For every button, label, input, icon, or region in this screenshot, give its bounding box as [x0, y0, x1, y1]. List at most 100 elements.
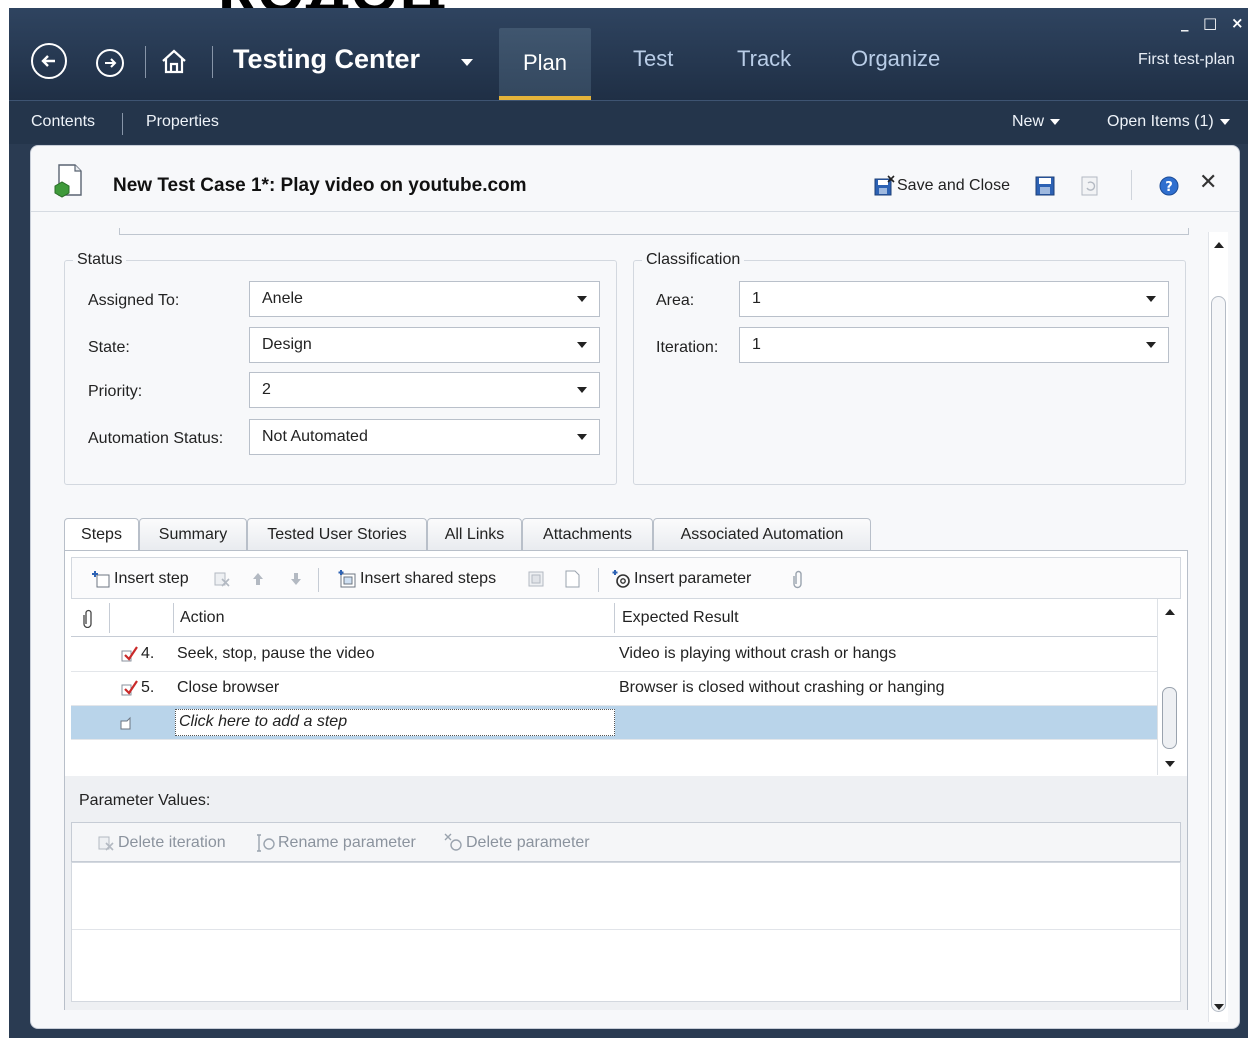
- save-icon[interactable]: [1034, 175, 1056, 197]
- testing-center-window: Testing Center Plan Test Track Organize …: [9, 8, 1248, 1038]
- form-vertical-scrollbar[interactable]: [1208, 232, 1228, 1022]
- rename-parameter-icon: [257, 834, 275, 852]
- scroll-down-icon[interactable]: [1165, 761, 1175, 767]
- app-menu-chevron-down-icon[interactable]: [461, 59, 473, 66]
- tab-track[interactable]: Track: [737, 46, 791, 72]
- classification-group-title: Classification: [642, 251, 745, 269]
- open-shared-steps-icon[interactable]: [562, 569, 582, 589]
- contents-link[interactable]: Contents: [31, 113, 95, 131]
- insert-shared-steps-label: Insert shared steps: [360, 570, 497, 587]
- scrollbar-thumb[interactable]: [1162, 687, 1177, 749]
- insert-step-button[interactable]: Insert step: [92, 569, 189, 589]
- forward-arrow-icon[interactable]: [96, 49, 124, 77]
- area-label: Area:: [656, 292, 695, 309]
- add-step-input[interactable]: Click here to add a step: [175, 709, 615, 736]
- new-step-row[interactable]: Click here to add a step: [71, 706, 1157, 740]
- steps-grid-header: Action Expected Result: [71, 599, 1157, 637]
- automation-status-dropdown[interactable]: Not Automated: [249, 419, 600, 455]
- priority-label: Priority:: [88, 383, 143, 400]
- cut-off-heading: КОДОЦ: [0, 0, 1248, 8]
- move-down-icon[interactable]: [286, 569, 306, 589]
- save-and-close-button[interactable]: Save and Close: [873, 175, 1010, 197]
- action-column-header[interactable]: Action: [180, 609, 224, 627]
- delete-iteration-button[interactable]: Delete iteration: [96, 833, 226, 853]
- automation-status-label: Automation Status:: [88, 430, 224, 447]
- scroll-up-icon[interactable]: [1214, 242, 1224, 248]
- close-icon[interactable]: ✕: [1199, 170, 1217, 195]
- subnav-divider: [122, 113, 123, 135]
- steps-grid-scrollbar[interactable]: [1157, 599, 1181, 775]
- move-up-icon[interactable]: [248, 569, 268, 589]
- maximize-icon[interactable]: □: [1203, 14, 1217, 32]
- step-action[interactable]: Seek, stop, pause the video: [177, 645, 374, 663]
- step-action[interactable]: Close browser: [177, 679, 279, 697]
- tab-associated-automation[interactable]: Associated Automation: [653, 518, 871, 551]
- scrollbar-thumb[interactable]: [1211, 296, 1226, 1012]
- tab-tested-user-stories[interactable]: Tested User Stories: [247, 518, 427, 551]
- refresh-icon[interactable]: [1079, 175, 1101, 197]
- state-dropdown[interactable]: Design: [249, 327, 600, 363]
- steps-toolbar: Insert step Insert shared steps Insert p…: [71, 557, 1181, 599]
- area-value: 1: [752, 290, 761, 307]
- insert-parameter-icon: [612, 570, 630, 588]
- column-divider: [109, 603, 110, 633]
- step-expected-result[interactable]: Video is playing without crash or hangs: [619, 645, 896, 663]
- step-number-text: 4.: [141, 645, 155, 662]
- iteration-dropdown[interactable]: 1: [739, 327, 1169, 363]
- home-icon[interactable]: [159, 46, 189, 76]
- new-menu[interactable]: New: [1012, 113, 1061, 131]
- chevron-down-icon: [577, 342, 587, 348]
- close-window-icon[interactable]: ×: [1231, 14, 1244, 32]
- status-group-title: Status: [73, 251, 127, 269]
- work-item-panel: New Test Case 1*: Play video on youtube.…: [30, 145, 1240, 1029]
- table-row[interactable]: 5. Close browser Browser is closed witho…: [71, 672, 1157, 706]
- help-icon[interactable]: ?: [1158, 175, 1180, 197]
- toolbar-divider: [318, 568, 319, 592]
- minimize-icon[interactable]: _: [1181, 14, 1189, 32]
- new-menu-label: New: [1012, 113, 1045, 130]
- parameter-values-grid[interactable]: [71, 862, 1181, 1002]
- back-arrow-icon[interactable]: [31, 43, 67, 79]
- tab-test[interactable]: Test: [633, 46, 673, 72]
- test-plan-name[interactable]: First test-plan: [1138, 51, 1235, 69]
- chevron-down-icon: [577, 434, 587, 440]
- top-navigation-bar: Testing Center Plan Test Track Organize …: [9, 8, 1248, 100]
- insert-parameter-button[interactable]: Insert parameter: [612, 569, 751, 589]
- step-expected-result[interactable]: Browser is closed without crashing or ha…: [619, 679, 945, 697]
- delete-step-icon[interactable]: [212, 569, 232, 589]
- insert-shared-steps-button[interactable]: Insert shared steps: [338, 569, 496, 589]
- area-dropdown[interactable]: 1: [739, 281, 1169, 317]
- table-row[interactable]: 4. Seek, stop, pause the video Video is …: [71, 638, 1157, 672]
- open-items-menu[interactable]: Open Items (1): [1107, 113, 1230, 131]
- toolbar-divider: [598, 568, 599, 592]
- tab-all-links[interactable]: All Links: [427, 518, 522, 551]
- state-label: State:: [88, 339, 130, 356]
- tab-attachments[interactable]: Attachments: [522, 518, 653, 551]
- work-item-title: New Test Case 1*: Play video on youtube.…: [113, 175, 527, 196]
- description-divider: [119, 234, 1189, 235]
- column-divider: [614, 603, 615, 633]
- scroll-up-icon[interactable]: [1165, 609, 1175, 615]
- help-glyph: ?: [1165, 180, 1173, 195]
- tab-plan[interactable]: Plan: [499, 28, 591, 100]
- properties-link[interactable]: Properties: [146, 113, 219, 131]
- delete-parameter-button[interactable]: Delete parameter: [444, 833, 590, 853]
- expected-result-column-header[interactable]: Expected Result: [622, 609, 739, 627]
- assigned-to-dropdown[interactable]: Anele: [249, 281, 600, 317]
- parameter-values-label: Parameter Values:: [79, 792, 211, 809]
- chevron-down-icon: [1146, 342, 1156, 348]
- tab-steps[interactable]: Steps: [64, 518, 139, 554]
- status-group: Status Assigned To: Anele State: Design …: [64, 251, 617, 485]
- create-shared-steps-icon[interactable]: [526, 569, 546, 589]
- tab-organize[interactable]: Organize: [851, 46, 940, 72]
- app-title: Testing Center: [233, 44, 421, 74]
- tab-summary[interactable]: Summary: [139, 518, 247, 551]
- save-and-close-label: Save and Close: [897, 177, 1010, 194]
- nav-divider: [212, 46, 213, 78]
- chevron-down-icon: [1219, 118, 1230, 125]
- rename-parameter-button[interactable]: Rename parameter: [256, 833, 416, 853]
- scroll-down-icon[interactable]: [1214, 1004, 1224, 1010]
- priority-dropdown[interactable]: 2: [249, 372, 600, 408]
- test-case-document-icon: [54, 164, 82, 198]
- attachment-paperclip-icon[interactable]: [788, 569, 808, 589]
